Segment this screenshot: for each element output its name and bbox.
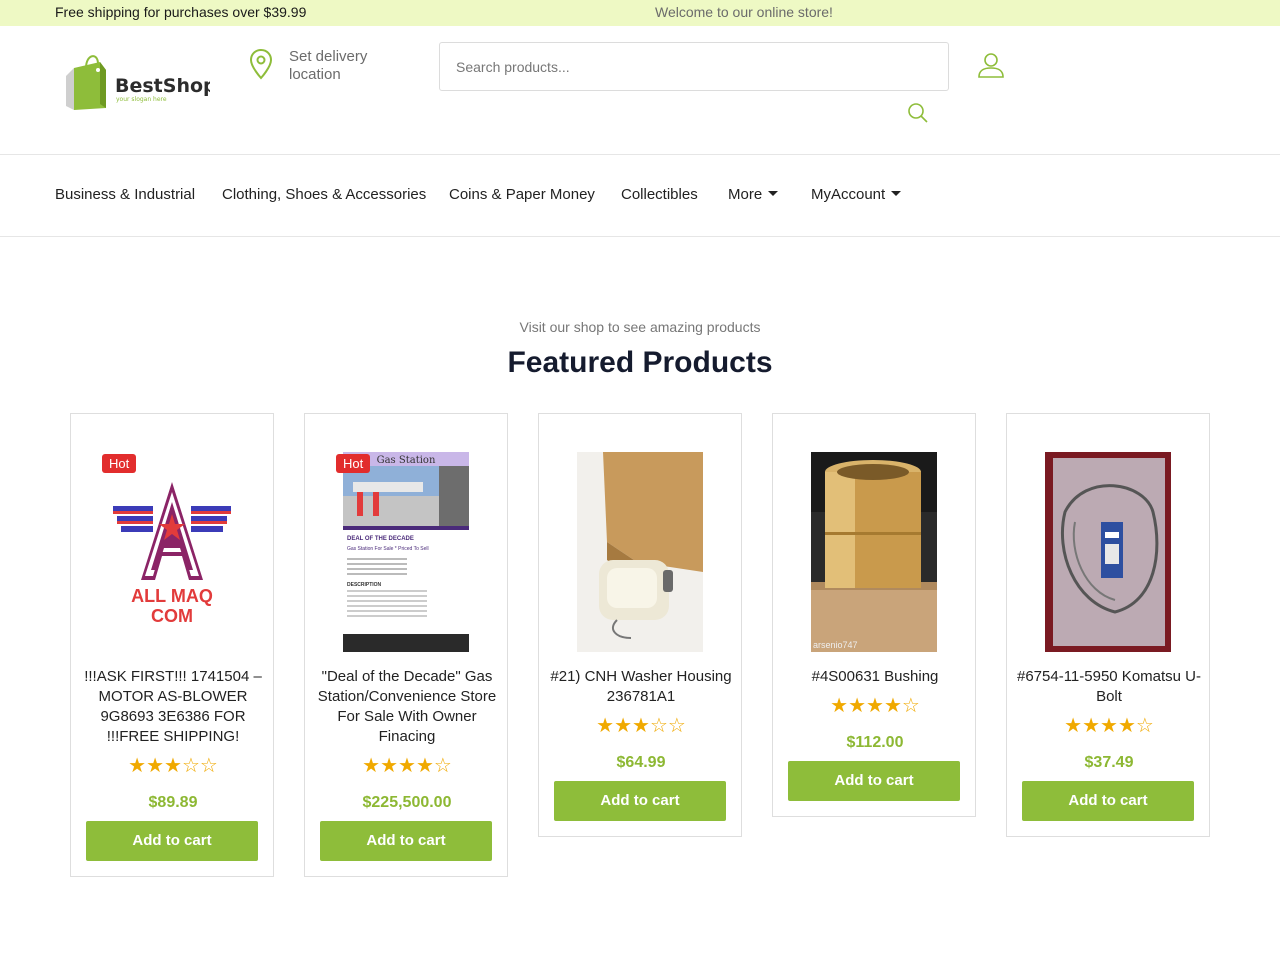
shipping-notice: Free shipping for purchases over $39.99 — [55, 4, 307, 20]
product-image[interactable]: ALL MAQ COM — [109, 452, 235, 652]
product-rating: ★★★☆☆ — [539, 716, 743, 736]
product-name[interactable]: #21) CNH Washer Housing 236781A1 — [549, 667, 733, 707]
product-price: $64.99 — [616, 754, 666, 771]
user-icon — [978, 53, 1004, 78]
top-bar: Free shipping for purchases over $39.99 … — [0, 0, 1280, 26]
add-to-cart-button[interactable]: Add to cart — [788, 761, 960, 801]
section-subtitle: Visit our shop to see amazing products — [519, 319, 761, 335]
svg-text:arsenio747: arsenio747 — [813, 640, 858, 650]
section-title: Featured Products — [507, 346, 773, 379]
site-logo[interactable]: BestShop your slogan here — [60, 48, 217, 114]
star-rating-icon: ★★★★☆ — [830, 695, 920, 717]
add-to-cart-button[interactable]: Add to cart — [554, 781, 726, 821]
logo-text: BestShop — [115, 75, 210, 97]
product-price: $37.49 — [1084, 754, 1134, 771]
svg-text:COM: COM — [151, 606, 193, 626]
svg-text:ALL MAQ: ALL MAQ — [131, 586, 213, 606]
product-price: $112.00 — [846, 734, 904, 751]
delivery-label: Set delivery location — [289, 48, 368, 83]
product-card: ALL MAQ COM Hot !!!ASK FIRST!!! 1741504 … — [70, 413, 274, 877]
chevron-down-icon — [891, 191, 902, 196]
nav-item-myaccount[interactable]: MyAccount — [811, 186, 902, 203]
product-image[interactable] — [577, 452, 703, 652]
nav-item-collectibles[interactable]: Collectibles — [621, 186, 698, 203]
product-price: $89.89 — [148, 794, 198, 811]
main-navigation: Business & Industrial Clothing, Shoes & … — [0, 156, 1280, 237]
hot-badge: Hot — [102, 454, 137, 473]
add-to-cart-button[interactable]: Add to cart — [320, 821, 492, 861]
product-name[interactable]: #4S00631 Bushing — [783, 667, 967, 687]
nav-item-coins-paper-money[interactable]: Coins & Paper Money — [449, 186, 595, 203]
product-card: arsenio747 #4S00631 Bushing ★★★★☆ $112.0… — [772, 413, 976, 817]
product-image[interactable] — [1045, 452, 1171, 652]
account-button[interactable] — [976, 50, 1006, 80]
star-rating-icon: ★★★☆☆ — [596, 715, 686, 737]
hot-badge: Hot — [336, 454, 371, 473]
svg-text:Gas Station: Gas Station — [377, 455, 436, 466]
product-rating: ★★★★☆ — [305, 756, 509, 776]
nav-item-more[interactable]: More — [728, 186, 779, 203]
welcome-message: Welcome to our online store! — [655, 4, 833, 20]
set-delivery-location[interactable]: Set delivery location — [248, 48, 398, 88]
product-rating: ★★★★☆ — [773, 696, 977, 716]
nav-item-business-industrial[interactable]: Business & Industrial — [55, 186, 195, 203]
logo-slogan: your slogan here — [116, 96, 167, 103]
chevron-down-icon — [768, 191, 779, 196]
svg-text:DEAL OF THE DECADE: DEAL OF THE DECADE — [347, 536, 414, 542]
star-rating-icon: ★★★★☆ — [362, 755, 452, 777]
product-image[interactable]: Gas Station DEAL OF THE DECADE Gas Stati… — [343, 452, 469, 652]
product-card: #21) CNH Washer Housing 236781A1 ★★★☆☆ $… — [538, 413, 742, 837]
location-pin-icon — [249, 48, 273, 80]
add-to-cart-button[interactable]: Add to cart — [1022, 781, 1194, 821]
svg-text:DESCRIPTION: DESCRIPTION — [347, 582, 382, 588]
product-name[interactable]: !!!ASK FIRST!!! 1741504 – MOTOR AS-BLOWE… — [81, 667, 265, 747]
product-card: #6754-11-5950 Komatsu U-Bolt ★★★★☆ $37.4… — [1006, 413, 1210, 837]
star-rating-icon: ★★★★☆ — [1064, 715, 1154, 737]
header: BestShop your slogan here Set delivery l… — [0, 26, 1280, 155]
product-price: $225,500.00 — [362, 794, 452, 811]
add-to-cart-button[interactable]: Add to cart — [86, 821, 258, 861]
product-rating: ★★★★☆ — [1007, 716, 1211, 736]
product-rating: ★★★☆☆ — [71, 756, 275, 776]
product-name[interactable]: #6754-11-5950 Komatsu U-Bolt — [1017, 667, 1201, 707]
product-image[interactable]: arsenio747 — [811, 452, 937, 652]
search-icon — [908, 103, 928, 123]
search-input[interactable] — [439, 42, 949, 91]
nav-item-clothing-shoes-accessories[interactable]: Clothing, Shoes & Accessories — [222, 186, 426, 203]
svg-text:Gas Station For Sale * Priced: Gas Station For Sale * Priced To Sell — [347, 546, 429, 552]
search-button[interactable] — [905, 101, 931, 125]
product-card: Gas Station DEAL OF THE DECADE Gas Stati… — [304, 413, 508, 877]
star-rating-icon: ★★★☆☆ — [128, 755, 218, 777]
product-name[interactable]: "Deal of the Decade" Gas Station/Conveni… — [315, 667, 499, 747]
